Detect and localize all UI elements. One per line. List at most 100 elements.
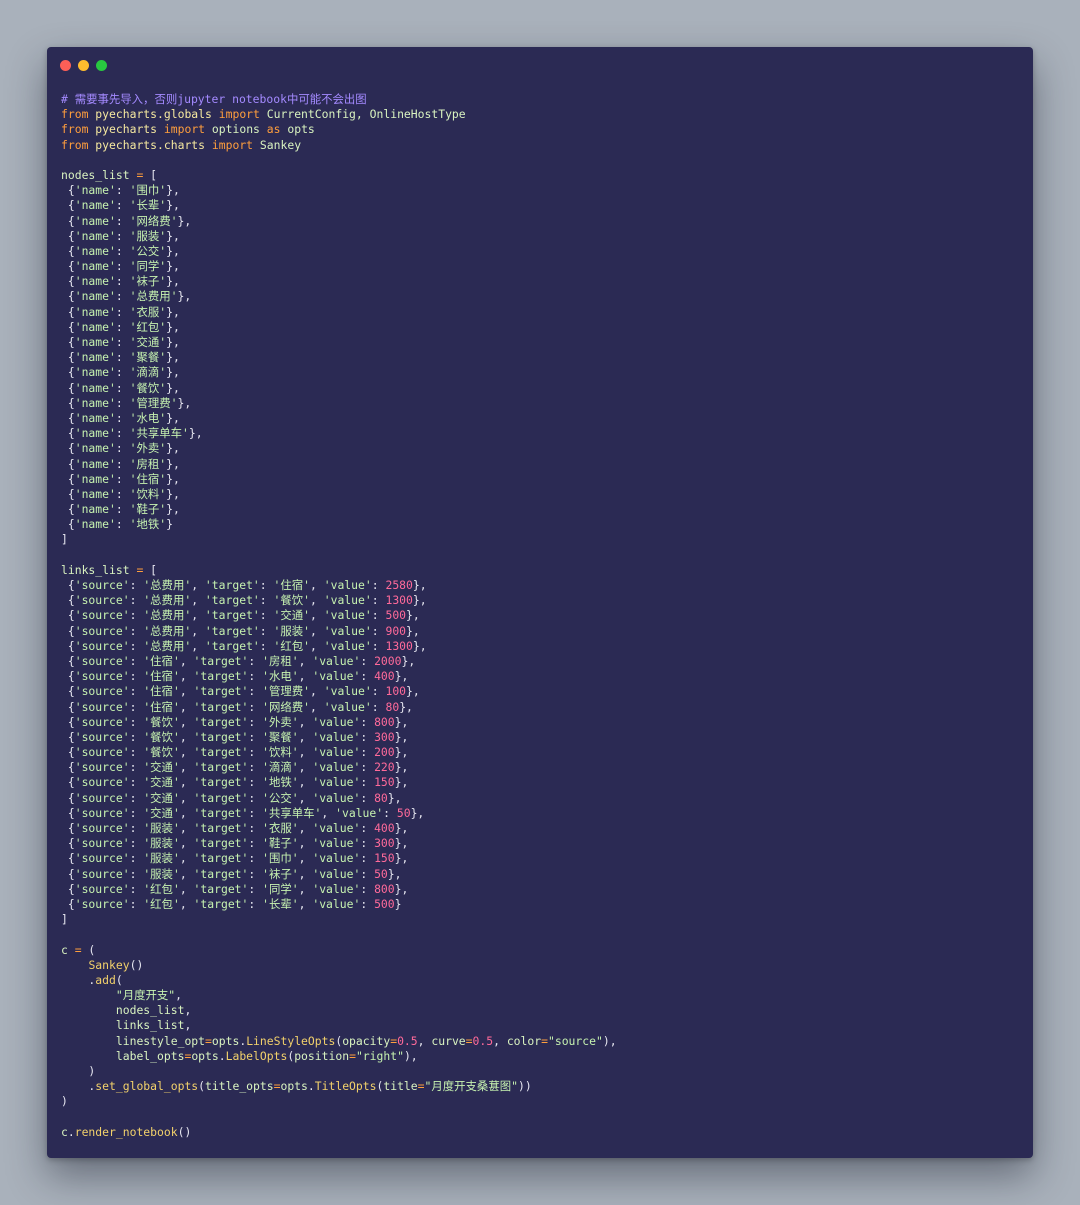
code-token-punc: { — [61, 395, 75, 410]
code-line: links_list, — [61, 1018, 1023, 1033]
code-token-punc: : — [115, 441, 130, 456]
code-token-key: 'target' — [193, 745, 249, 760]
code-token-punc: }, — [394, 669, 409, 684]
code-token-key: 'name' — [74, 243, 116, 258]
code-token-key: 'source' — [74, 836, 130, 851]
code-token-key: 'target' — [193, 821, 249, 835]
code-token-str: '交通' — [273, 608, 311, 623]
code-token-punc: }, — [394, 760, 409, 775]
code-token-punc: }, — [394, 775, 409, 790]
code-token-punc: , — [298, 745, 313, 760]
code-token-punc: : — [371, 608, 386, 623]
code-token-punc: }, — [166, 335, 180, 349]
code-token-punc: : — [360, 760, 375, 775]
maximize-dot-icon[interactable] — [96, 60, 107, 71]
code-line: {'name': '滴滴'}, — [61, 365, 1023, 380]
code-token-punc: }, — [387, 866, 402, 881]
code-token-str: '交通' — [143, 760, 180, 775]
code-token-punc: : — [115, 410, 130, 425]
code-token-punc: : — [248, 745, 263, 760]
code-token-str: '交通' — [143, 805, 180, 820]
code-token-str: '总费用' — [129, 289, 178, 304]
code-token-punc: ) — [61, 1094, 68, 1109]
code-token-punc: { — [61, 866, 75, 881]
code-token-str: '水电' — [129, 410, 167, 425]
code-token-punc: , — [184, 1003, 192, 1018]
code-token-punc: { — [61, 745, 75, 760]
code-token-str: '服装' — [143, 851, 180, 866]
code-token-punc: , — [298, 714, 313, 729]
code-token-punc: , — [298, 729, 313, 744]
code-token-punc: : — [248, 881, 263, 896]
code-token-punc: }, — [166, 365, 180, 380]
code-token-punc — [260, 107, 267, 121]
code-token-key: 'target' — [193, 790, 249, 805]
code-token-punc — [61, 1003, 116, 1017]
code-token-str: "月度开支" — [115, 988, 176, 1003]
code-token-key: 'name' — [74, 335, 116, 349]
code-token-key: 'target' — [204, 638, 260, 653]
code-token-str: '长辈' — [262, 896, 299, 911]
code-line: {'name': '鞋子'}, — [61, 502, 1023, 517]
code-token-op: = — [417, 1079, 425, 1094]
code-token-punc: , — [298, 653, 313, 668]
code-line: c.render_notebook() — [61, 1125, 1023, 1140]
code-token-punc: { — [61, 593, 75, 608]
code-token-str: '总费用' — [143, 623, 192, 638]
code-token-punc — [61, 988, 116, 1002]
code-token-str: '长辈' — [129, 198, 167, 213]
code-token-str: '餐饮' — [143, 714, 180, 729]
code-token-punc: : — [129, 821, 144, 835]
code-token-punc — [61, 1034, 116, 1048]
code-token-key: 'target' — [204, 593, 260, 608]
code-token-name: CurrentConfig, OnlineHostType — [266, 107, 466, 122]
code-token-key: 'target' — [193, 714, 249, 729]
code-token-key: 'name' — [74, 456, 116, 471]
code-token-fn: TitleOpts — [314, 1079, 377, 1094]
code-token-punc: : — [360, 821, 375, 835]
code-token-punc: , — [310, 684, 324, 699]
code-token-key: 'target' — [193, 851, 249, 866]
code-token-kw: from — [61, 122, 89, 137]
code-token-key: 'value' — [312, 821, 361, 835]
code-token-punc — [212, 107, 219, 121]
code-token-key: 'name' — [74, 350, 116, 365]
code-token-punc: : — [360, 653, 375, 668]
code-token-fn: set_global_opts — [95, 1079, 199, 1094]
code-token-str: '鞋子' — [129, 502, 167, 517]
code-token-key: 'name' — [74, 395, 116, 410]
code-token-punc: , — [179, 851, 194, 866]
code-token-punc: : — [115, 486, 130, 501]
code-token-key: 'target' — [204, 608, 260, 623]
code-token-punc: }, — [401, 653, 416, 668]
code-token-punc: : — [371, 593, 386, 608]
code-line: ) — [61, 1064, 1023, 1079]
code-token-str: '袜子' — [262, 866, 299, 881]
code-token-punc: : — [360, 745, 375, 760]
code-token-punc: { — [61, 699, 75, 714]
code-token-punc — [253, 138, 260, 152]
code-token-punc: { — [61, 441, 75, 456]
code-token-num: 900 — [385, 623, 407, 638]
code-token-str: '水电' — [262, 669, 299, 684]
code-token-str: '袜子' — [129, 274, 167, 289]
code-token-punc: : — [129, 608, 144, 623]
code-token-kw: import — [211, 137, 254, 152]
minimize-dot-icon[interactable] — [78, 60, 89, 71]
code-token-punc: , — [298, 866, 313, 881]
code-token-key: 'value' — [323, 593, 372, 608]
code-token-str: '网络费' — [129, 213, 178, 228]
code-token-punc: : — [129, 653, 144, 668]
code-token-str: '住宿' — [143, 653, 180, 668]
code-token-key: 'source' — [74, 653, 130, 668]
code-token-punc: : — [360, 775, 375, 790]
code-token-op: = — [205, 1033, 212, 1048]
code-token-punc: : — [248, 714, 263, 729]
code-token-punc: }, — [406, 608, 420, 623]
code-line: "月度开支", — [61, 988, 1023, 1003]
code-token-key: 'name' — [74, 365, 116, 380]
code-token-key: 'value' — [323, 638, 372, 653]
close-dot-icon[interactable] — [60, 60, 71, 71]
code-token-key: 'target' — [193, 805, 249, 820]
